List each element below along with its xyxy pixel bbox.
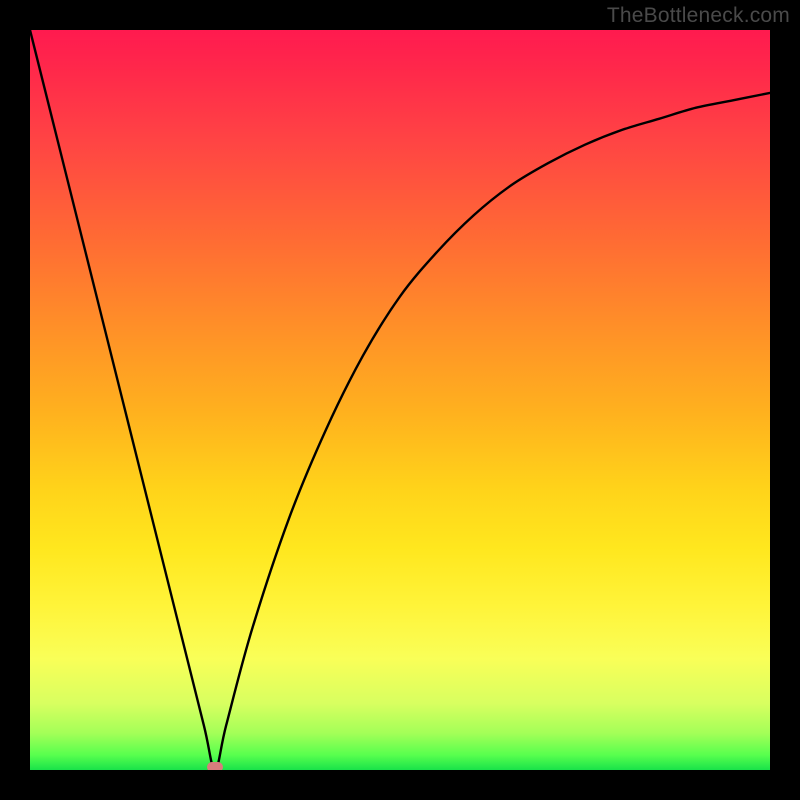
chart-frame: TheBottleneck.com (0, 0, 800, 800)
bottleneck-curve (30, 30, 770, 770)
plot-area (30, 30, 770, 770)
minimum-marker (207, 762, 223, 770)
watermark-text: TheBottleneck.com (607, 4, 790, 28)
